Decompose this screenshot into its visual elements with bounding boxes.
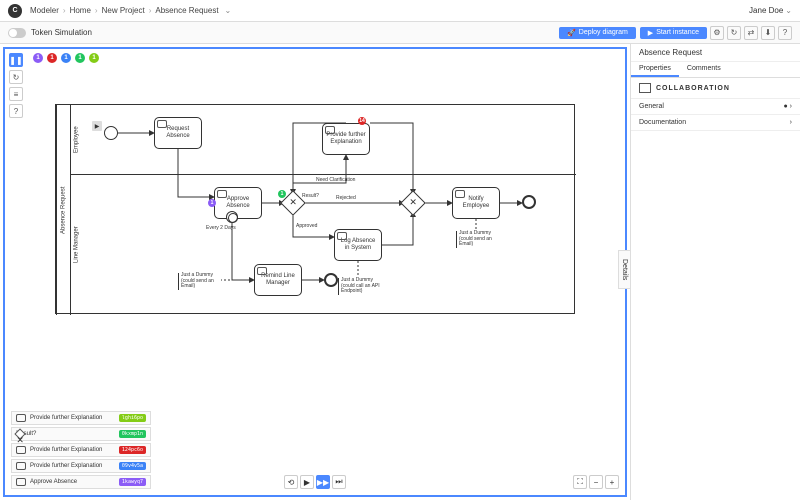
legend-item[interactable]: Approve Absence1kawyq7 (11, 475, 151, 489)
breadcrumb-file[interactable]: Absence Request (155, 6, 218, 15)
play-ffwd[interactable]: ⏭ (332, 475, 346, 489)
token-counters: 1 1 1 1 1 (33, 53, 99, 63)
zoom-out-icon[interactable]: − (589, 475, 603, 489)
breadcrumb-app[interactable]: Modeler (30, 6, 59, 15)
history-icon[interactable]: ↻ (727, 26, 741, 40)
legend: Provide further Explanationlghi6po Resul… (11, 411, 151, 489)
section-collaboration: COLLABORATION (631, 78, 800, 99)
bpmn-pool: Absence Request Employee Line Manager (55, 104, 575, 314)
zoom-fit-icon[interactable]: ⛶ (573, 475, 587, 489)
task-provide[interactable]: Provide further Explanation (322, 123, 370, 155)
user-menu[interactable]: Jane Doe (749, 6, 783, 15)
zoom-controls: ⛶ − + (573, 475, 619, 489)
task-request[interactable]: Request Absence (154, 117, 202, 149)
play-fast[interactable]: ▶▶ (316, 475, 330, 489)
legend-item[interactable]: Provide further Explanationlghi6po (11, 411, 151, 425)
breadcrumb-home[interactable]: Home (70, 6, 91, 15)
help-tool[interactable]: ? (9, 104, 23, 118)
help-icon[interactable]: ? (778, 26, 792, 40)
tab-comments[interactable]: Comments (679, 62, 729, 77)
token-sim-label: Token Simulation (31, 28, 92, 37)
end-event[interactable] (522, 195, 536, 209)
rocket-icon: 🚀 (567, 29, 576, 37)
play-icon: ▶ (648, 29, 653, 37)
collaboration-icon (639, 83, 651, 93)
play-step-back[interactable]: ⟲ (284, 475, 298, 489)
token-sim-toggle[interactable] (8, 28, 26, 38)
properties-panel: Absence Request Properties Comments COLL… (630, 44, 800, 500)
download-icon[interactable]: ⬇ (761, 26, 775, 40)
pause-tool[interactable]: ❚❚ (9, 53, 23, 67)
task-notify[interactable]: Notify Employee (452, 187, 500, 219)
zoom-in-icon[interactable]: + (605, 475, 619, 489)
log-tool[interactable]: ≡ (9, 87, 23, 101)
tab-properties[interactable]: Properties (631, 62, 679, 77)
timer-event[interactable] (226, 211, 238, 223)
start-event[interactable] (104, 126, 118, 140)
row-documentation[interactable]: Documentation› (631, 115, 800, 131)
panel-title: Absence Request (631, 44, 800, 62)
breadcrumb-project[interactable]: New Project (102, 6, 145, 15)
app-logo: C (8, 4, 22, 18)
deploy-button[interactable]: 🚀Deploy diagram (559, 27, 636, 39)
canvas[interactable]: ❚❚ ↻ ≡ ? 1 1 1 1 1 Absence Request Emplo… (3, 47, 627, 497)
link-icon[interactable]: ⇄ (744, 26, 758, 40)
task-remind[interactable]: Remind Line Manager (254, 264, 302, 296)
share-icon[interactable]: ⚙ (710, 26, 724, 40)
legend-item[interactable]: Provide further Explanation09v4v5a (11, 459, 151, 473)
start-instance-button[interactable]: ▶Start instance (640, 27, 707, 39)
task-log[interactable]: Log Absence in System (334, 229, 382, 261)
refresh-tool[interactable]: ↻ (9, 70, 23, 84)
play-step[interactable]: ▶ (300, 475, 314, 489)
legend-item[interactable]: Result?0kxmp1n (11, 427, 151, 441)
task-approve[interactable]: Approve Absence (214, 187, 262, 219)
row-general[interactable]: General● › (631, 99, 800, 115)
end-event-remind[interactable] (324, 273, 338, 287)
start-play-icon[interactable]: ▶ (92, 121, 102, 131)
details-collapse-tab[interactable]: Details (618, 250, 630, 289)
legend-item[interactable]: Provide further Explanation124pc6o (11, 443, 151, 457)
lane-manager: Line Manager (70, 175, 576, 315)
playback-controls: ⟲ ▶ ▶▶ ⏭ (284, 475, 346, 489)
